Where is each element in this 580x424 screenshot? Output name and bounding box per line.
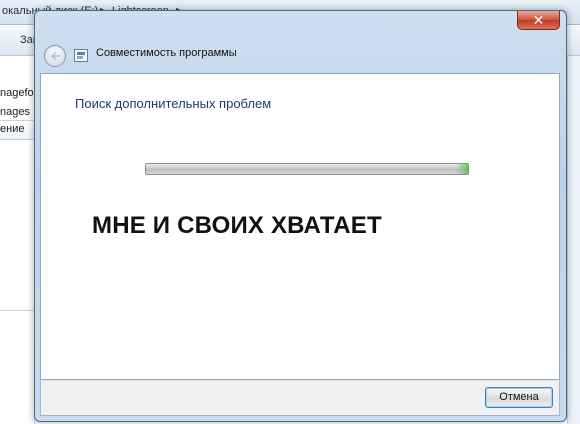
progress-bar	[145, 163, 469, 175]
caption-text: МНЕ И СВОИХ ХВАТАЕТ	[92, 212, 382, 239]
dialog-footer: Отмена	[40, 380, 560, 416]
compatibility-dialog: ✕ Совместимость программы Поиск дополнит…	[34, 10, 567, 422]
explorer-scrollbar[interactable]	[567, 56, 580, 424]
close-button[interactable]: ✕	[517, 11, 560, 30]
file-item[interactable]: nages	[0, 106, 33, 118]
progress-glow	[456, 164, 468, 174]
dialog-title: Совместимость программы	[96, 47, 237, 59]
page-heading: Поиск дополнительных проблем	[75, 96, 272, 111]
divider	[0, 310, 34, 311]
cancel-button[interactable]: Отмена	[485, 387, 553, 408]
back-arrow-icon	[50, 51, 60, 61]
progress-fill	[146, 164, 468, 174]
back-button[interactable]	[44, 45, 66, 67]
dialog-title-bar: Совместимость программы	[40, 39, 561, 73]
close-icon: ✕	[532, 12, 545, 28]
program-compatibility-icon	[74, 49, 88, 62]
file-item[interactable]: nagefor	[0, 87, 33, 99]
dialog-content: Поиск дополнительных проблем МНЕ И СВОИХ…	[40, 73, 560, 380]
column-header-label: ение	[0, 123, 25, 135]
